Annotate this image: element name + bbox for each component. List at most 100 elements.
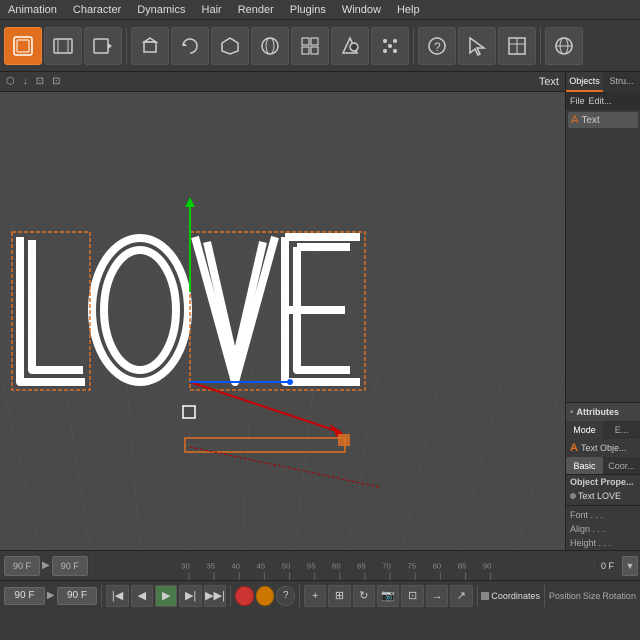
attr-tab-mode[interactable]: Mode [566,421,603,439]
tab-objects[interactable]: Objects [566,72,603,92]
svg-text:90: 90 [483,561,492,570]
timeline-scroll-btn[interactable]: ▼ [622,556,638,576]
toolbar-table-btn[interactable] [498,27,536,65]
toolbar-cursor-btn[interactable] [458,27,496,65]
coords-icon [481,592,489,600]
file-label[interactable]: File [570,96,585,106]
attr-font-row: Font . . . [566,508,640,522]
svg-text:45: 45 [256,561,265,570]
tab-structure[interactable]: Stru... [603,72,640,92]
bt-sep-3 [299,585,300,607]
current-frame-display[interactable]: 90 F [4,556,40,576]
toolbar-frame-btn[interactable] [4,27,42,65]
toolbar-geo-btn[interactable] [211,27,249,65]
btn-skip-fwd[interactable]: ▶▶| [204,585,226,607]
3d-viewport[interactable]: ⬡ ↓ ⊡ ⊡ Text [0,72,565,550]
coords-label: Coordinates [491,591,540,601]
svg-text:70: 70 [382,561,391,570]
svg-text:75: 75 [407,561,416,570]
btn-play[interactable]: ▶ [155,585,177,607]
height-label: Height . . . [570,538,611,548]
attr-sub-tab-basic[interactable]: Basic [566,457,603,474]
main-toolbar: ? [0,20,640,72]
svg-text:80: 80 [432,561,441,570]
text-love-label: Text LOVE [578,491,621,501]
size-label: Size [583,591,601,601]
btn-move[interactable]: + [304,585,326,607]
viewport-icon-3: ⊡ [36,76,44,87]
toolbar-sphere-btn[interactable] [251,27,289,65]
menubar: Animation Character Dynamics Hair Render… [0,0,640,20]
position-label: Position [549,591,581,601]
svg-text:50: 50 [281,561,290,570]
viewport-icon-2: ↓ [23,76,28,87]
attr-divider-1 [566,505,640,506]
toolbar-rotate-btn[interactable] [171,27,209,65]
frame-input[interactable]: 90 F [4,587,45,605]
coords-section-label: Coordinates [481,591,540,601]
viewport-canvas[interactable] [0,92,565,550]
btn-rotate-icon[interactable]: ↻ [353,585,375,607]
menu-animation[interactable]: Animation [4,4,61,16]
btn-next-frame[interactable]: ▶| [179,585,201,607]
frame-input-2[interactable]: 90 F [57,587,98,605]
btn-motion[interactable] [256,586,275,606]
attr-align-row: Align . . . [566,522,640,536]
toolbar-video-btn[interactable] [84,27,122,65]
btn-export-icon[interactable]: ↗ [450,585,472,607]
end-frame-display[interactable]: 90 F [52,556,88,576]
menu-hair[interactable]: Hair [198,4,226,16]
text-object-icon: A [571,114,578,126]
attributes-sub-panel: ▪ Attributes Mode E... A Text Obje... Ba… [566,402,640,550]
edit-label[interactable]: Edit... [589,96,612,106]
svg-text:65: 65 [357,561,366,570]
timeline-ruler[interactable]: 30 35 40 45 50 55 60 65 70 75 80 85 90 [95,551,592,580]
toolbar-render-btn[interactable] [44,27,82,65]
bt-sep-1 [101,585,102,607]
playback-controls: 90 F ▶ 90 F [0,556,93,576]
btn-scale[interactable]: ⊞ [328,585,350,607]
frame-arrow-right: ▶ [42,560,50,571]
bottom-toolbar: 90 F ▶ 90 F |◀ ◀ ▶ ▶| ▶▶| ? + ⊞ ↻ 📷 ⊡ → … [0,580,640,610]
viewport-label: Text [539,76,559,88]
toolbar-expand-btn[interactable] [291,27,329,65]
menu-help[interactable]: Help [393,4,424,16]
toolbar-sep-2 [413,28,414,64]
svg-text:60: 60 [332,561,341,570]
menu-window[interactable]: Window [338,4,385,16]
arrow-right-icon: ▶ [47,590,55,601]
viewport-icon-1: ⬡ [6,76,15,87]
right-panel-tabs: Objects Stru... [566,72,640,92]
align-label: Align . . . [570,524,605,534]
right-panel: Objects Stru... File Edit... A Text ▪ At… [565,72,640,550]
text-love-row: Text LOVE [566,489,640,503]
attr-tabs: Mode E... [566,421,640,439]
toolbar-points-btn[interactable] [371,27,409,65]
toolbar-help-btn[interactable]: ? [418,27,456,65]
toolbar-shape-btn[interactable] [331,27,369,65]
btn-help-circle[interactable]: ? [276,586,295,606]
menu-plugins[interactable]: Plugins [286,4,330,16]
attributes-header: ▪ Attributes [566,403,640,421]
toolbar-cube-btn[interactable] [131,27,169,65]
btn-view-icon[interactable]: ⊡ [401,585,423,607]
attr-height-row: Height . . . [566,536,640,550]
menu-character[interactable]: Character [69,4,125,16]
menu-render[interactable]: Render [234,4,278,16]
btn-skip-back[interactable]: |◀ [106,585,128,607]
toolbar-sep-3 [540,28,541,64]
svg-text:?: ? [434,40,441,54]
objects-list: A Text [566,110,640,402]
object-item-label: Text [581,115,599,126]
object-item-text[interactable]: A Text [568,112,638,128]
toolbar-globe-btn[interactable] [545,27,583,65]
attr-header-label: Attributes [577,407,620,417]
menu-dynamics[interactable]: Dynamics [133,4,189,16]
attr-sub-tab-coor[interactable]: Coor... [603,457,640,474]
btn-render-icon[interactable]: 📷 [377,585,399,607]
btn-fwd-icon[interactable]: → [426,585,448,607]
attr-text-object-label: Text Obje... [581,443,627,453]
btn-prev-frame[interactable]: ◀ [131,585,153,607]
attr-tab-e[interactable]: E... [603,421,640,439]
btn-record[interactable] [235,586,254,606]
